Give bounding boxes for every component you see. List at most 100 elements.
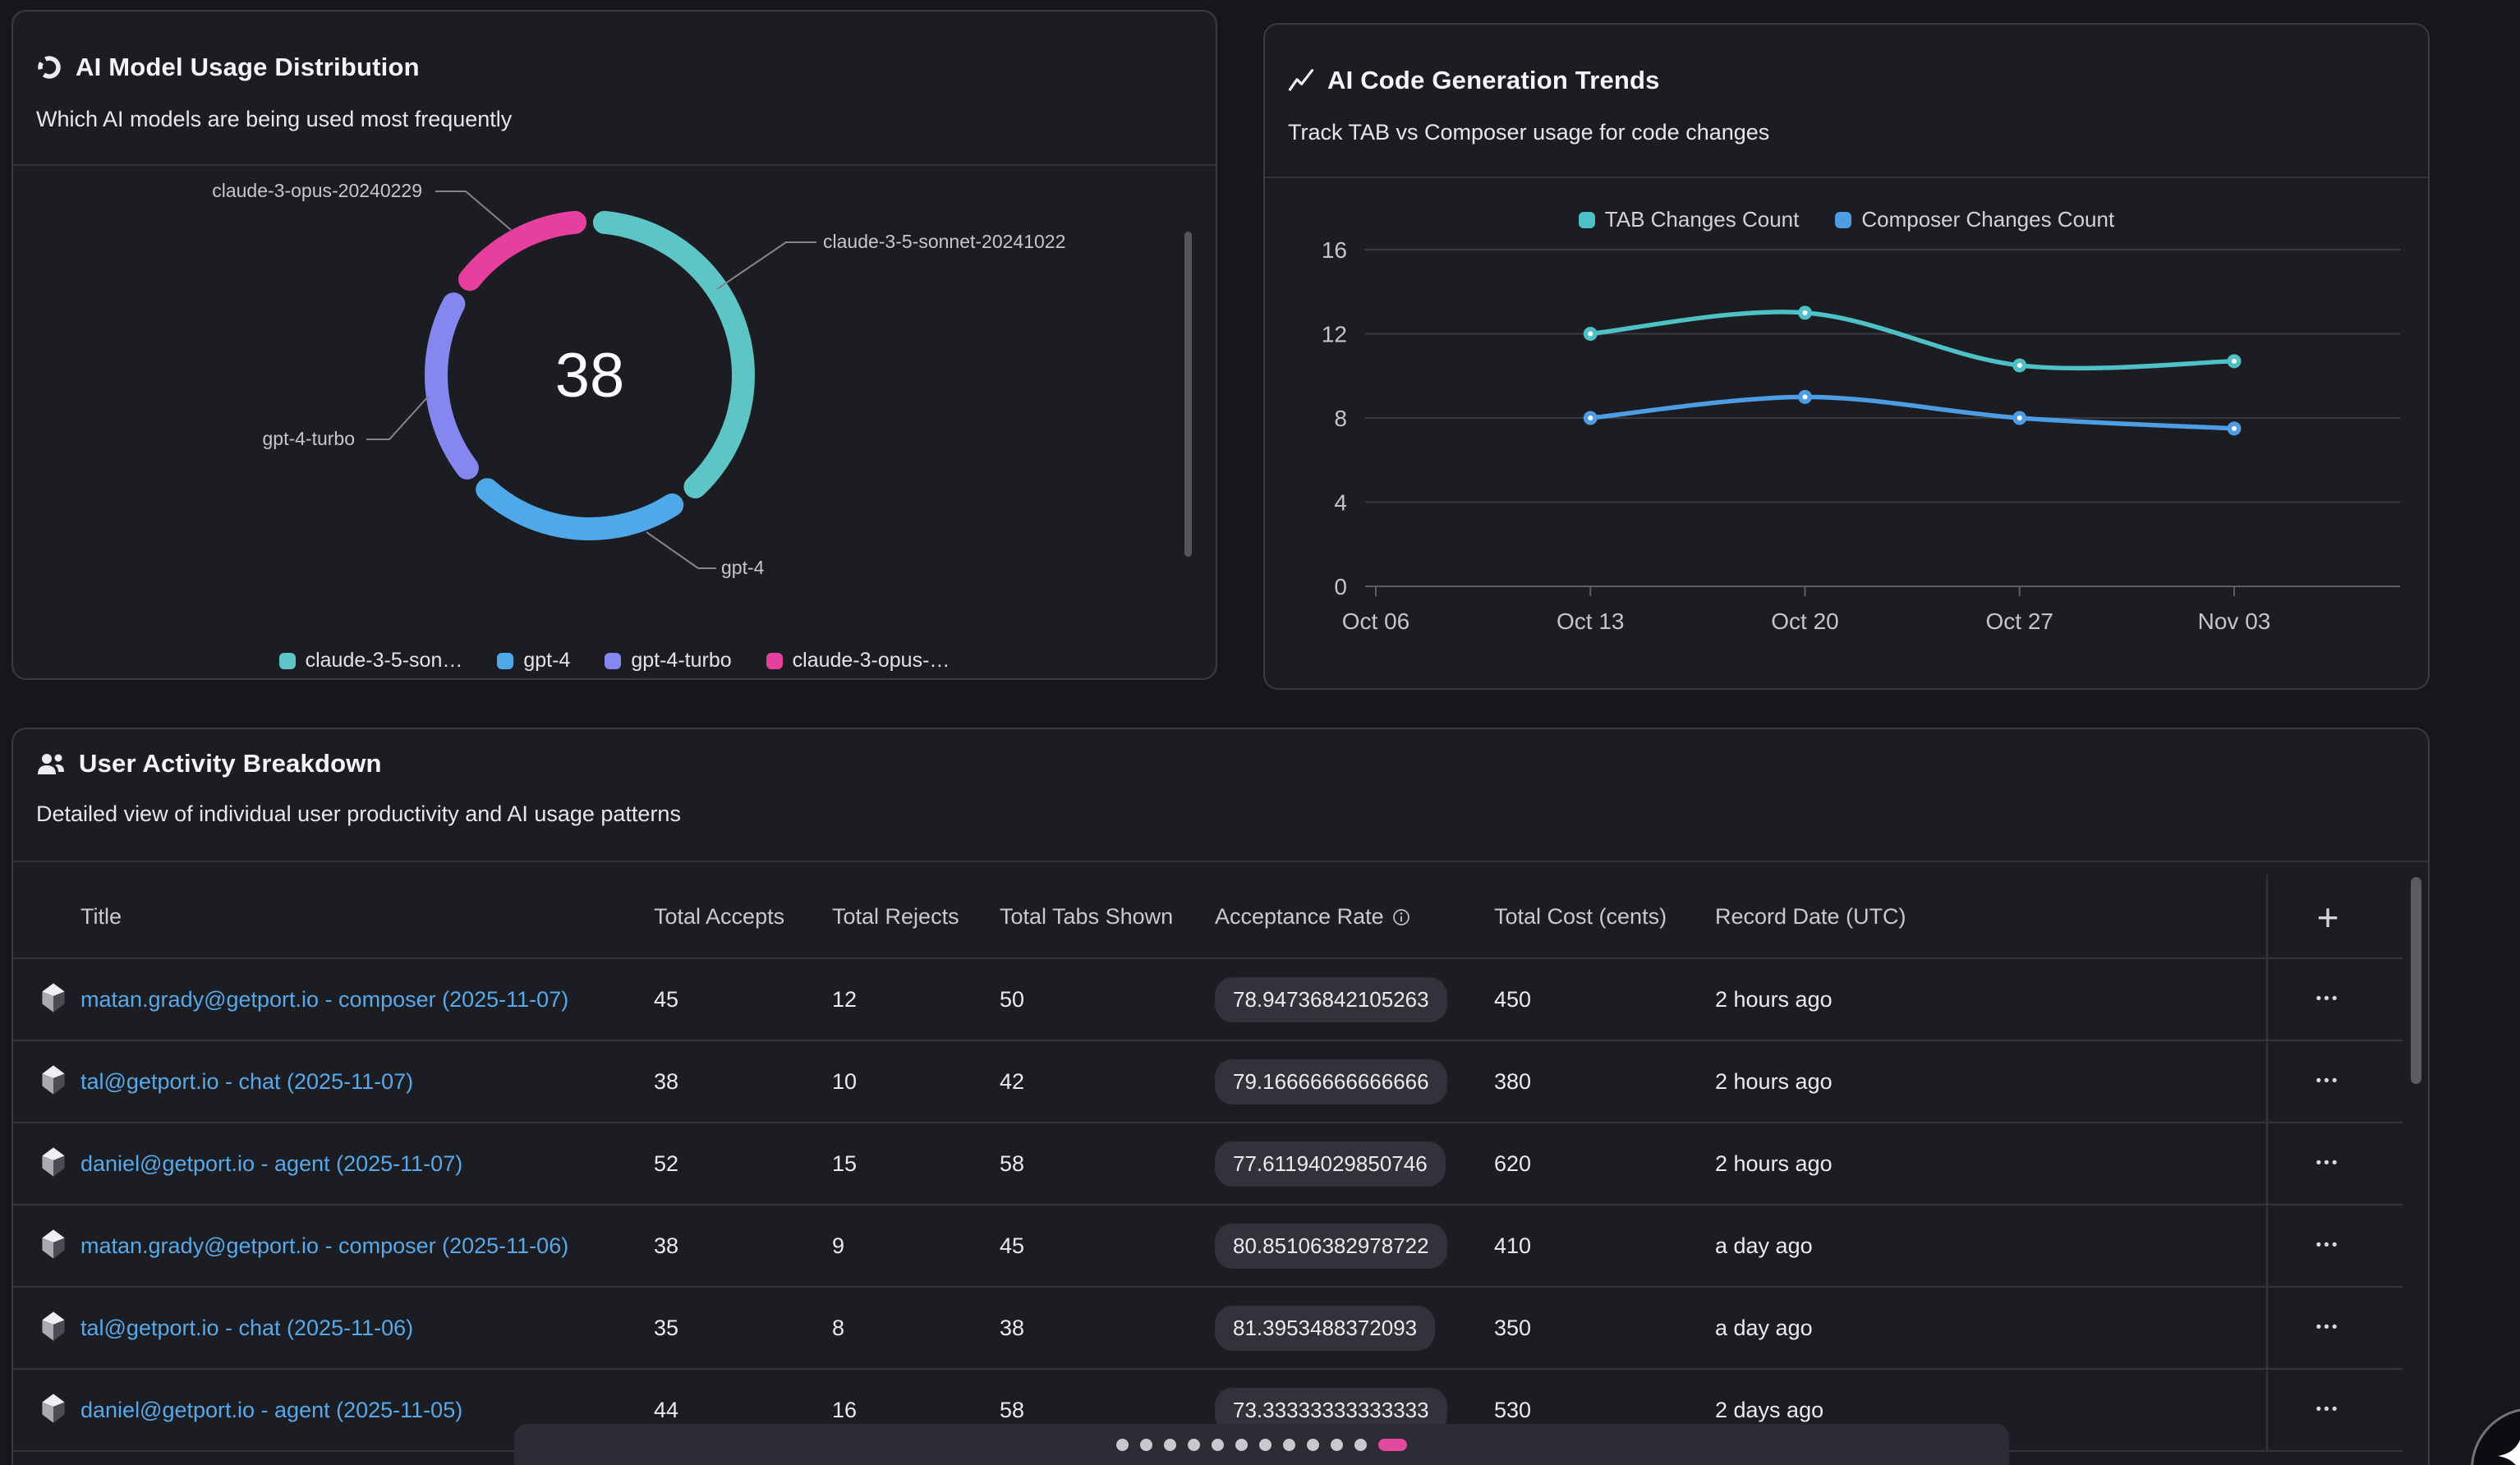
legend-item-gpt-4-turbo[interactable]: gpt-4-turbo (605, 649, 731, 673)
cell-total-cost: 410 (1494, 1233, 1715, 1259)
ai-assistant-button[interactable] (2471, 1408, 2520, 1465)
cell-total-rejects: 8 (832, 1316, 1000, 1341)
pagination-dot[interactable] (1212, 1439, 1224, 1451)
cell-record-date: 2 days ago (1715, 1398, 2266, 1423)
cell-total-tabs-shown: 58 (1000, 1398, 1215, 1423)
card-title: AI Code Generation Trends (1327, 66, 1660, 95)
card-title: User Activity Breakdown (79, 749, 382, 778)
row-title-link[interactable]: daniel@getport.io - agent (2025-11-07) (80, 1151, 462, 1176)
col-total-cost[interactable]: Total Cost (cents) (1494, 904, 1715, 930)
donut-legend: claude-3-5-son… gpt-4 gpt-4-turbo claude… (13, 649, 1216, 673)
legend-item-composer-changes[interactable]: Composer Changes Count (1835, 207, 2114, 232)
svg-text:12: 12 (1322, 322, 1347, 347)
users-icon (36, 751, 66, 777)
legend-item-claude-3-5-sonnet[interactable]: claude-3-5-son… (279, 649, 463, 673)
card-subtitle: Which AI models are being used most freq… (36, 107, 512, 132)
entity-gem-icon (39, 1064, 67, 1095)
svg-text:Oct 20: Oct 20 (1771, 609, 1838, 634)
pagination-dot[interactable] (1140, 1439, 1152, 1451)
pagination-dot[interactable] (1331, 1439, 1343, 1451)
pagination-dot-active[interactable] (1378, 1439, 1407, 1451)
row-menu-button[interactable]: ••• (2316, 1072, 2340, 1091)
code-trends-card: AI Code Generation Trends Track TAB vs C… (1263, 23, 2430, 690)
legend-swatch (1835, 212, 1851, 228)
info-icon[interactable] (1392, 908, 1410, 926)
acceptance-rate-badge: 79.16666666666666 (1215, 1059, 1447, 1104)
legend-item-claude-3-opus[interactable]: claude-3-opus-… (766, 649, 950, 673)
col-total-tabs-shown[interactable]: Total Tabs Shown (1000, 904, 1215, 930)
acceptance-rate-badge: 80.85106382978722 (1215, 1224, 1447, 1269)
donut-label-gpt-4-turbo: gpt-4-turbo (262, 428, 355, 450)
cell-total-rejects: 15 (832, 1151, 1000, 1177)
row-menu-button[interactable]: ••• (2316, 1155, 2340, 1173)
table-row: matan.grady@getport.io - composer (2025-… (13, 1206, 2403, 1288)
svg-text:4: 4 (1334, 490, 1347, 516)
cell-record-date: 2 hours ago (1715, 1069, 2266, 1095)
col-total-accepts[interactable]: Total Accepts (654, 904, 832, 930)
cell-total-accepts: 44 (654, 1398, 832, 1423)
cell-total-rejects: 12 (832, 987, 1000, 1013)
table-body: matan.grady@getport.io - composer (2025-… (13, 959, 2403, 1452)
row-title-link[interactable]: tal@getport.io - chat (2025-11-07) (80, 1069, 413, 1094)
svg-text:0: 0 (1334, 574, 1347, 599)
add-column-button[interactable]: + (2317, 898, 2339, 936)
row-menu-button[interactable]: ••• (2316, 1237, 2340, 1255)
pagination-dot[interactable] (1164, 1439, 1176, 1451)
legend-swatch (279, 653, 296, 669)
row-menu-button[interactable]: ••• (2316, 1401, 2340, 1419)
cell-record-date: 2 hours ago (1715, 1151, 2266, 1177)
donut-label-claude-3-opus: claude-3-opus-20240229 (212, 180, 422, 202)
row-menu-button[interactable]: ••• (2316, 990, 2340, 1008)
line-chart: 0481216Oct 06Oct 13Oct 20Oct 27Nov 03 (1265, 232, 2431, 691)
acceptance-rate-badge: 78.94736842105263 (1215, 977, 1447, 1022)
cell-total-tabs-shown: 42 (1000, 1069, 1215, 1095)
pagination-dot[interactable] (1259, 1439, 1271, 1451)
pagination-dot[interactable] (1116, 1439, 1129, 1451)
cell-total-cost: 530 (1494, 1398, 1715, 1423)
legend-swatch (605, 653, 621, 669)
acceptance-rate-badge: 77.61194029850746 (1215, 1141, 1446, 1187)
svg-text:8: 8 (1334, 406, 1347, 431)
row-title-link[interactable]: matan.grady@getport.io - composer (2025-… (80, 987, 568, 1012)
cell-total-accepts: 52 (654, 1151, 832, 1177)
table-scrollbar[interactable] (2411, 877, 2421, 1084)
svg-text:Oct 13: Oct 13 (1557, 609, 1624, 634)
table-row: tal@getport.io - chat (2025-11-06) 35 8 … (13, 1288, 2403, 1370)
legend-item-gpt-4[interactable]: gpt-4 (497, 649, 570, 673)
pagination-dots (1116, 1439, 1407, 1451)
legend-item-tab-changes[interactable]: TAB Changes Count (1579, 207, 1800, 232)
table-row: daniel@getport.io - agent (2025-11-07) 5… (13, 1123, 2403, 1206)
row-title-link[interactable]: daniel@getport.io - agent (2025-11-05) (80, 1398, 462, 1422)
cell-total-tabs-shown: 45 (1000, 1233, 1215, 1259)
entity-gem-icon (39, 982, 67, 1013)
col-title[interactable]: Title (80, 904, 654, 930)
col-acceptance-rate[interactable]: Acceptance Rate (1215, 904, 1494, 930)
cell-record-date: a day ago (1715, 1316, 2266, 1341)
card-subtitle: Detailed view of individual user product… (36, 801, 681, 827)
legend-swatch (766, 653, 783, 669)
col-total-rejects[interactable]: Total Rejects (832, 904, 1000, 930)
svg-text:Oct 06: Oct 06 (1342, 609, 1409, 634)
donut-label-claude-3-5-sonnet: claude-3-5-sonnet-20241022 (823, 231, 1065, 253)
legend-swatch (497, 653, 513, 669)
svg-text:Nov 03: Nov 03 (2198, 609, 2271, 634)
table-row: tal@getport.io - chat (2025-11-07) 38 10… (13, 1041, 2403, 1123)
cell-record-date: 2 hours ago (1715, 987, 2266, 1013)
cell-total-rejects: 16 (832, 1398, 1000, 1423)
donut-chart-icon (36, 54, 62, 80)
pagination-dot[interactable] (1188, 1439, 1200, 1451)
row-title-link[interactable]: matan.grady@getport.io - composer (2025-… (80, 1233, 568, 1258)
cell-total-cost: 350 (1494, 1316, 1715, 1341)
pagination-dot[interactable] (1354, 1439, 1367, 1451)
pagination-dot[interactable] (1235, 1439, 1248, 1451)
cell-total-accepts: 38 (654, 1233, 832, 1259)
pagination-dot[interactable] (1283, 1439, 1295, 1451)
trend-line-icon (1288, 67, 1314, 94)
row-title-link[interactable]: tal@getport.io - chat (2025-11-06) (80, 1316, 413, 1340)
row-menu-button[interactable]: ••• (2316, 1319, 2340, 1337)
card-scrollbar[interactable] (1184, 232, 1192, 557)
cell-total-cost: 620 (1494, 1151, 1715, 1177)
pagination-dot[interactable] (1307, 1439, 1319, 1451)
cell-total-tabs-shown: 50 (1000, 987, 1215, 1013)
col-record-date[interactable]: Record Date (UTC) (1715, 904, 2266, 930)
